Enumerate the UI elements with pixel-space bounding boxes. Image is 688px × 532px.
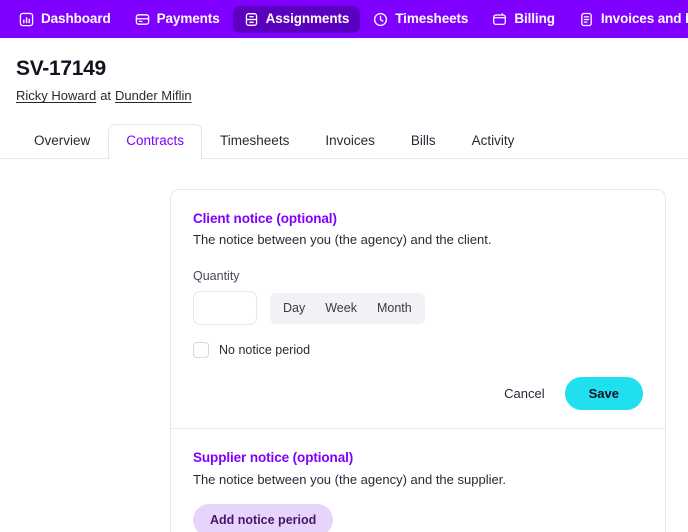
nav-item-payments[interactable]: Payments: [124, 6, 231, 33]
wallet-icon: [492, 12, 507, 27]
person-link[interactable]: Ricky Howard: [16, 88, 96, 103]
chart-bar-icon: [19, 12, 34, 27]
card-icon: [135, 12, 150, 27]
page-subtitle: Ricky Howard at Dunder Miflin: [16, 86, 672, 106]
tab-bills[interactable]: Bills: [393, 124, 454, 159]
nav-item-timesheets[interactable]: Timesheets: [362, 6, 479, 33]
cancel-button[interactable]: Cancel: [498, 378, 550, 409]
main-content: Client notice (optional) The notice betw…: [0, 158, 688, 532]
unit-segmented-control: Day Week Month: [270, 293, 425, 324]
tab-activity[interactable]: Activity: [454, 124, 533, 159]
nav-item-label: Billing: [514, 11, 555, 27]
document-icon: [579, 12, 594, 27]
clock-icon: [373, 12, 388, 27]
unit-option-month[interactable]: Month: [368, 296, 421, 321]
page-title: SV-17149: [16, 57, 106, 80]
supplier-notice-description: The notice between you (the agency) and …: [193, 471, 506, 487]
tab-contracts[interactable]: Contracts: [108, 124, 203, 160]
assignments-icon: [244, 12, 259, 27]
top-navigation-bar: Dashboard Payments Assignments Timesheet…: [0, 0, 688, 38]
nav-item-label: Timesheets: [395, 11, 469, 27]
client-notice-description: The notice between you (the agency) and …: [193, 232, 492, 248]
tab-overview[interactable]: Overview: [16, 124, 108, 159]
no-notice-period-checkbox[interactable]: [193, 342, 209, 359]
tab-timesheets[interactable]: Timesheets: [202, 124, 307, 159]
quantity-input[interactable]: [193, 291, 257, 326]
nav-item-label: Assignments: [265, 11, 350, 27]
company-link[interactable]: Dunder Miflin: [115, 88, 192, 103]
page-header: SV-17149 Ricky Howard at Dunder Miflin: [0, 38, 688, 106]
supplier-notice-title: Supplier notice (optional): [193, 450, 354, 466]
nav-item-label: Payments: [156, 11, 220, 27]
tab-bar: Overview Contracts Timesheets Invoices B…: [0, 123, 688, 160]
no-notice-period-row: No notice period: [193, 342, 643, 359]
nav-item-assignments[interactable]: Assignments: [232, 5, 361, 33]
client-notice-section: Client notice (optional) The notice betw…: [171, 190, 665, 429]
tab-invoices[interactable]: Invoices: [307, 124, 393, 159]
nav-item-label: Invoices and bills: [600, 11, 688, 27]
nav-item-label: Dashboard: [41, 11, 111, 27]
no-notice-period-label: No notice period: [219, 343, 311, 358]
nav-item-dashboard[interactable]: Dashboard: [8, 6, 122, 33]
client-notice-actions: Cancel Save: [193, 377, 643, 411]
unit-option-week[interactable]: Week: [316, 296, 366, 321]
subtitle-connector: at: [100, 88, 112, 104]
client-notice-title: Client notice (optional): [193, 210, 337, 226]
quantity-controls-row: Day Week Month: [193, 291, 643, 326]
save-button[interactable]: Save: [564, 377, 643, 411]
supplier-notice-section: Supplier notice (optional) The notice be…: [171, 428, 665, 532]
nav-item-invoices-and-bills[interactable]: Invoices and bills: [568, 6, 688, 33]
add-notice-period-button[interactable]: Add notice period: [193, 503, 334, 532]
nav-item-billing[interactable]: Billing: [481, 6, 566, 33]
quantity-label: Quantity: [193, 269, 240, 284]
unit-option-day[interactable]: Day: [274, 296, 314, 321]
notice-settings-card: Client notice (optional) The notice betw…: [170, 188, 666, 532]
